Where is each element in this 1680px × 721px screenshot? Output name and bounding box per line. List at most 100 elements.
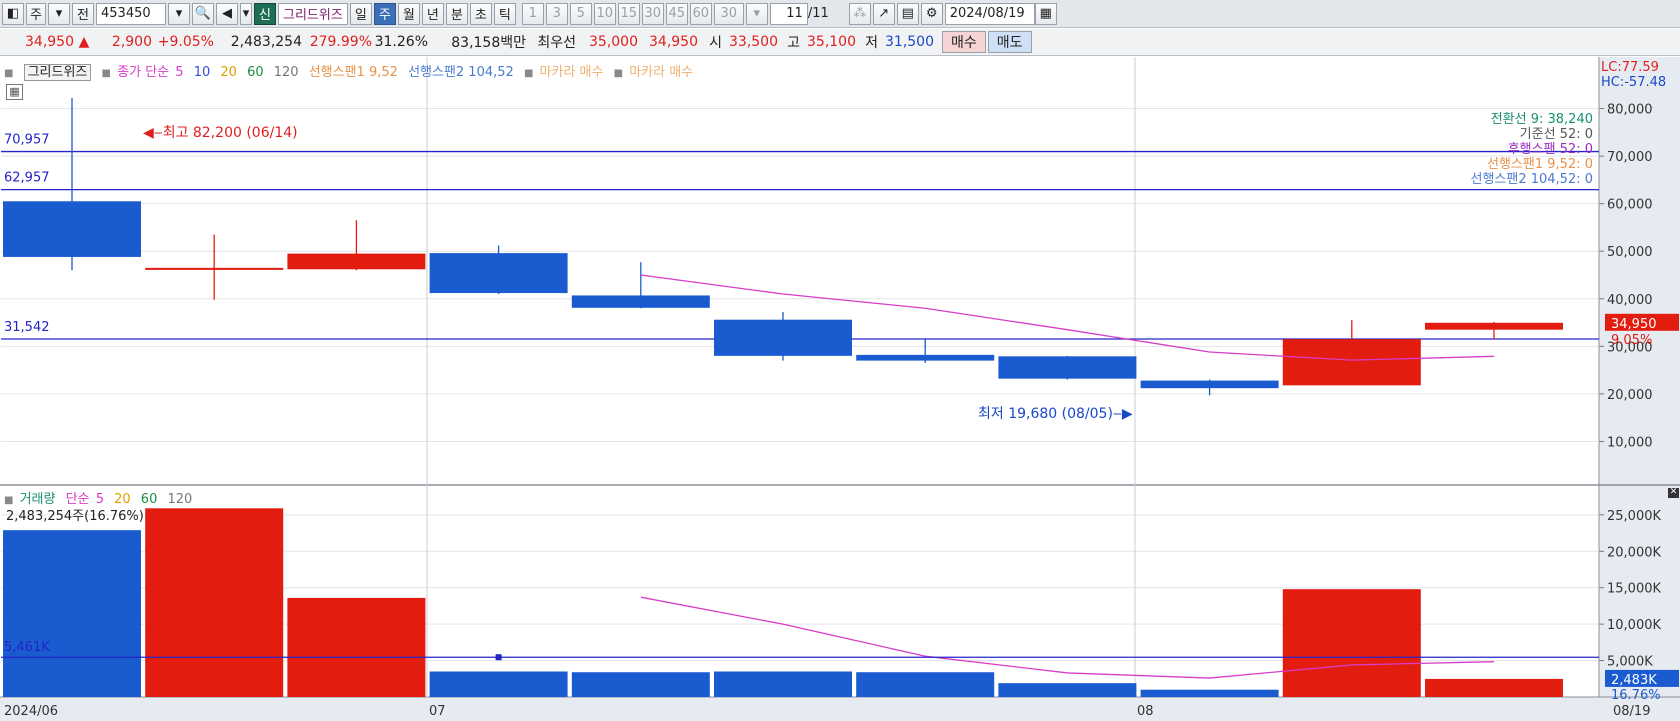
count-input[interactable]: 30: [713, 2, 744, 25]
close-icon[interactable]: ✕: [1668, 488, 1679, 498]
panel-toggle-icon[interactable]: ◧: [2, 2, 24, 25]
price-tick-label: 20,000: [1607, 388, 1653, 403]
page-current[interactable]: 11: [769, 2, 808, 25]
volume-tick-label: 10,000K: [1607, 618, 1661, 633]
legend-span1[interactable]: 선행스팬1 9,52: [309, 65, 398, 80]
period-select[interactable]: 주: [26, 2, 46, 25]
minute-option[interactable]: 45: [665, 2, 688, 25]
trade-amount: 83,158백만: [451, 35, 526, 51]
up-arrow-icon: ▲: [78, 34, 90, 50]
legend-ma10[interactable]: 10: [194, 65, 211, 80]
speaker-icon[interactable]: ◀: [216, 2, 238, 25]
best-ask: 35,000: [589, 34, 638, 50]
stock-name[interactable]: 그리드위즈: [278, 2, 348, 25]
volume-bar: [287, 597, 426, 697]
last-price-label: 34,950: [1611, 317, 1657, 332]
legend-ma60[interactable]: 60: [247, 65, 264, 80]
code-input[interactable]: 453450: [96, 2, 166, 25]
minute-option[interactable]: 1: [521, 2, 544, 25]
minute-option[interactable]: 10: [593, 2, 616, 25]
x-axis-panel: [0, 697, 1680, 721]
volume-tick-label: 5,000K: [1607, 655, 1653, 670]
candle-body: [145, 267, 284, 270]
code-dropdown-icon[interactable]: ▾: [168, 2, 190, 25]
legend-ma5[interactable]: 5: [175, 65, 183, 80]
count-dropdown-icon[interactable]: ▾: [745, 2, 768, 25]
date-input[interactable]: 2024/08/19: [944, 2, 1035, 25]
legend-macarra-1[interactable]: 마카라 매수: [540, 65, 604, 80]
low-label: 저: [865, 35, 878, 51]
volume-marker: [495, 654, 502, 661]
last-volume-pct-label: 16.76%: [1611, 688, 1661, 703]
legend-square-icon: ■: [523, 68, 534, 79]
new-button[interactable]: 신: [254, 2, 276, 25]
legend-square-icon: ■: [4, 68, 14, 79]
chart-canvas[interactable]: 70,95762,95731,542 5,461K 10,00020,00030…: [0, 57, 1680, 721]
table-icon[interactable]: ▦: [6, 84, 23, 100]
last-pct-label: 9.05%: [1611, 333, 1652, 348]
tab-minute[interactable]: 분: [445, 2, 468, 25]
buy-button[interactable]: 매수: [942, 31, 986, 53]
minute-option[interactable]: 5: [569, 2, 592, 25]
candle-body: [1425, 322, 1563, 330]
low-price: 31,500: [885, 34, 934, 50]
current-price: 34,950: [25, 34, 74, 50]
candle-body: [571, 295, 710, 308]
volume-bar: [3, 530, 141, 697]
legend-title[interactable]: 그리드위즈: [23, 64, 92, 81]
ichimoku-span2-label: 선행스팬2 104,52: 0: [1470, 172, 1593, 187]
x-right-label: 08/19: [1613, 704, 1650, 719]
tab-weekly[interactable]: 주: [373, 2, 396, 25]
minute-option[interactable]: 60: [689, 2, 712, 25]
save-icon[interactable]: ▤: [896, 2, 919, 25]
turnover-rate: 31.26%: [374, 34, 428, 50]
best-label: 최우선: [537, 35, 576, 51]
legend-ma20[interactable]: 20: [220, 65, 237, 80]
chevron-down-icon[interactable]: ▾: [48, 2, 70, 25]
tab-tick[interactable]: 틱: [493, 2, 516, 25]
volume-bar: [1282, 589, 1421, 697]
lc-label: LC:77.59: [1601, 60, 1659, 75]
price-change-pct: +9.05%: [157, 34, 214, 50]
volume-legend-ma120[interactable]: 120: [167, 492, 192, 507]
open-price: 33,500: [729, 34, 778, 50]
volume-bar: [1140, 689, 1279, 697]
reference-line-label: 70,957: [4, 133, 50, 148]
volume-bar: [856, 672, 995, 697]
tab-monthly[interactable]: 월: [397, 2, 420, 25]
price-tick-label: 50,000: [1607, 245, 1653, 260]
tab-second[interactable]: 초: [469, 2, 492, 25]
sell-button[interactable]: 매도: [987, 31, 1032, 53]
speaker-dropdown-icon[interactable]: ▾: [240, 2, 252, 25]
candle-body: [1282, 339, 1421, 386]
tab-daily[interactable]: 일: [349, 2, 372, 25]
minute-option[interactable]: 15: [617, 2, 640, 25]
reference-line-label: 31,542: [4, 320, 50, 335]
legend-macarra-2[interactable]: 마카라 매수: [629, 65, 693, 80]
trend-tool-icon[interactable]: ↗: [872, 2, 895, 25]
high-price: 35,100: [807, 34, 856, 50]
minute-option[interactable]: 3: [545, 2, 568, 25]
tab-yearly[interactable]: 년: [421, 2, 444, 25]
low-annotation: 최저 19,680 (08/05)‒▶: [978, 403, 1133, 423]
search-icon[interactable]: 🔍: [192, 2, 214, 25]
compare-icon[interactable]: ⁂: [848, 2, 871, 25]
volume-ratio: 279.99%: [309, 34, 372, 50]
price-tick-label: 80,000: [1607, 103, 1653, 118]
volume-bar: [429, 671, 568, 697]
high-annotation: ◀‒최고 82,200 (06/14): [143, 122, 298, 142]
legend-ma-label[interactable]: 종가 단순: [117, 65, 169, 80]
price-change: 2,900: [111, 34, 152, 50]
best-bid: 34,950: [649, 34, 698, 50]
legend-span2[interactable]: 선행스팬2 104,52: [408, 65, 514, 80]
candle-body: [998, 356, 1137, 379]
candle-body: [429, 253, 568, 294]
legend-ma120[interactable]: 120: [274, 65, 299, 80]
prev-button[interactable]: 전: [72, 2, 94, 25]
minute-option[interactable]: 30: [641, 2, 664, 25]
x-tick-label: 07: [429, 704, 446, 719]
gear-icon[interactable]: ⚙: [920, 2, 943, 25]
calendar-icon[interactable]: ▦: [1034, 2, 1057, 25]
volume-tick-label: 25,000K: [1607, 509, 1661, 524]
reference-line-label: 62,957: [4, 171, 50, 186]
